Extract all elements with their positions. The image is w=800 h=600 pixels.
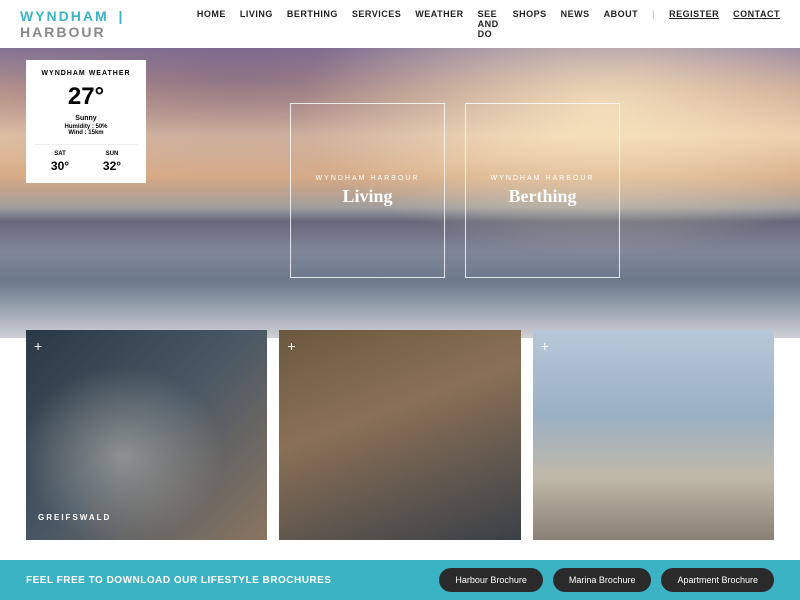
plus-icon: + <box>34 338 42 354</box>
nav-home[interactable]: HOME <box>197 9 226 39</box>
nav-register[interactable]: REGISTER <box>669 9 719 39</box>
plus-icon: + <box>541 338 549 354</box>
hero-image: WYNDHAM WEATHER 27° Sunny Humidity : 50%… <box>0 48 800 338</box>
image-tiles: + GREIFSWALD + + <box>0 330 800 540</box>
logo-first: WYNDHAM <box>20 8 109 24</box>
tile-cafe[interactable]: + <box>279 330 520 540</box>
feature-subtitle: WYNDHAM HARBOUR <box>491 175 595 182</box>
forecast-day-label: SAT <box>51 151 69 157</box>
nav-contact[interactable]: CONTACT <box>733 9 780 39</box>
forecast-day-temp: 30° <box>51 159 69 173</box>
nav-weather[interactable]: WEATHER <box>415 9 463 39</box>
plus-icon: + <box>287 338 295 354</box>
logo-divider: | <box>119 8 125 24</box>
weather-title: WYNDHAM WEATHER <box>34 70 138 77</box>
main-nav: HOME LIVING BERTHING SERVICES WEATHER SE… <box>197 9 780 39</box>
weather-forecast: SAT 30° SUN 32° <box>34 144 138 173</box>
apartment-brochure-button[interactable]: Apartment Brochure <box>661 568 774 592</box>
feature-title: Berthing <box>508 186 576 207</box>
nav-services[interactable]: SERVICES <box>352 9 401 39</box>
harbour-brochure-button[interactable]: Harbour Brochure <box>439 568 543 592</box>
feature-living[interactable]: WYNDHAM HARBOUR Living <box>290 103 445 278</box>
footer-buttons: Harbour Brochure Marina Brochure Apartme… <box>439 568 774 592</box>
feature-boxes: WYNDHAM HARBOUR Living WYNDHAM HARBOUR B… <box>290 103 620 278</box>
tile-beach[interactable]: + <box>533 330 774 540</box>
logo-second: HARBOUR <box>20 24 106 40</box>
weather-condition: Sunny <box>34 115 138 122</box>
footer-bar: FEEL FREE TO DOWNLOAD OUR LIFESTYLE BROC… <box>0 560 800 600</box>
feature-berthing[interactable]: WYNDHAM HARBOUR Berthing <box>465 103 620 278</box>
feature-subtitle: WYNDHAM HARBOUR <box>316 175 420 182</box>
weather-wind: Wind : 15km <box>34 130 138 136</box>
forecast-sun: SUN 32° <box>103 151 121 173</box>
nav-shops[interactable]: SHOPS <box>513 9 547 39</box>
forecast-day-temp: 32° <box>103 159 121 173</box>
nav-about[interactable]: ABOUT <box>604 9 639 39</box>
nav-living[interactable]: LIVING <box>240 9 273 39</box>
weather-widget: WYNDHAM WEATHER 27° Sunny Humidity : 50%… <box>26 60 146 183</box>
logo[interactable]: WYNDHAM | HARBOUR <box>20 8 197 40</box>
nav-see-and-do[interactable]: SEE AND DO <box>478 9 499 39</box>
footer-text: FEEL FREE TO DOWNLOAD OUR LIFESTYLE BROC… <box>26 575 331 586</box>
header: WYNDHAM | HARBOUR HOME LIVING BERTHING S… <box>0 0 800 48</box>
feature-title: Living <box>342 186 392 207</box>
nav-separator: | <box>652 9 655 39</box>
nav-berthing[interactable]: BERTHING <box>287 9 338 39</box>
nav-news[interactable]: NEWS <box>561 9 590 39</box>
marina-brochure-button[interactable]: Marina Brochure <box>553 568 652 592</box>
tile-sailing[interactable]: + GREIFSWALD <box>26 330 267 540</box>
tile-caption: GREIFSWALD <box>38 513 111 522</box>
weather-temp: 27° <box>34 83 138 111</box>
forecast-sat: SAT 30° <box>51 151 69 173</box>
forecast-day-label: SUN <box>103 151 121 157</box>
